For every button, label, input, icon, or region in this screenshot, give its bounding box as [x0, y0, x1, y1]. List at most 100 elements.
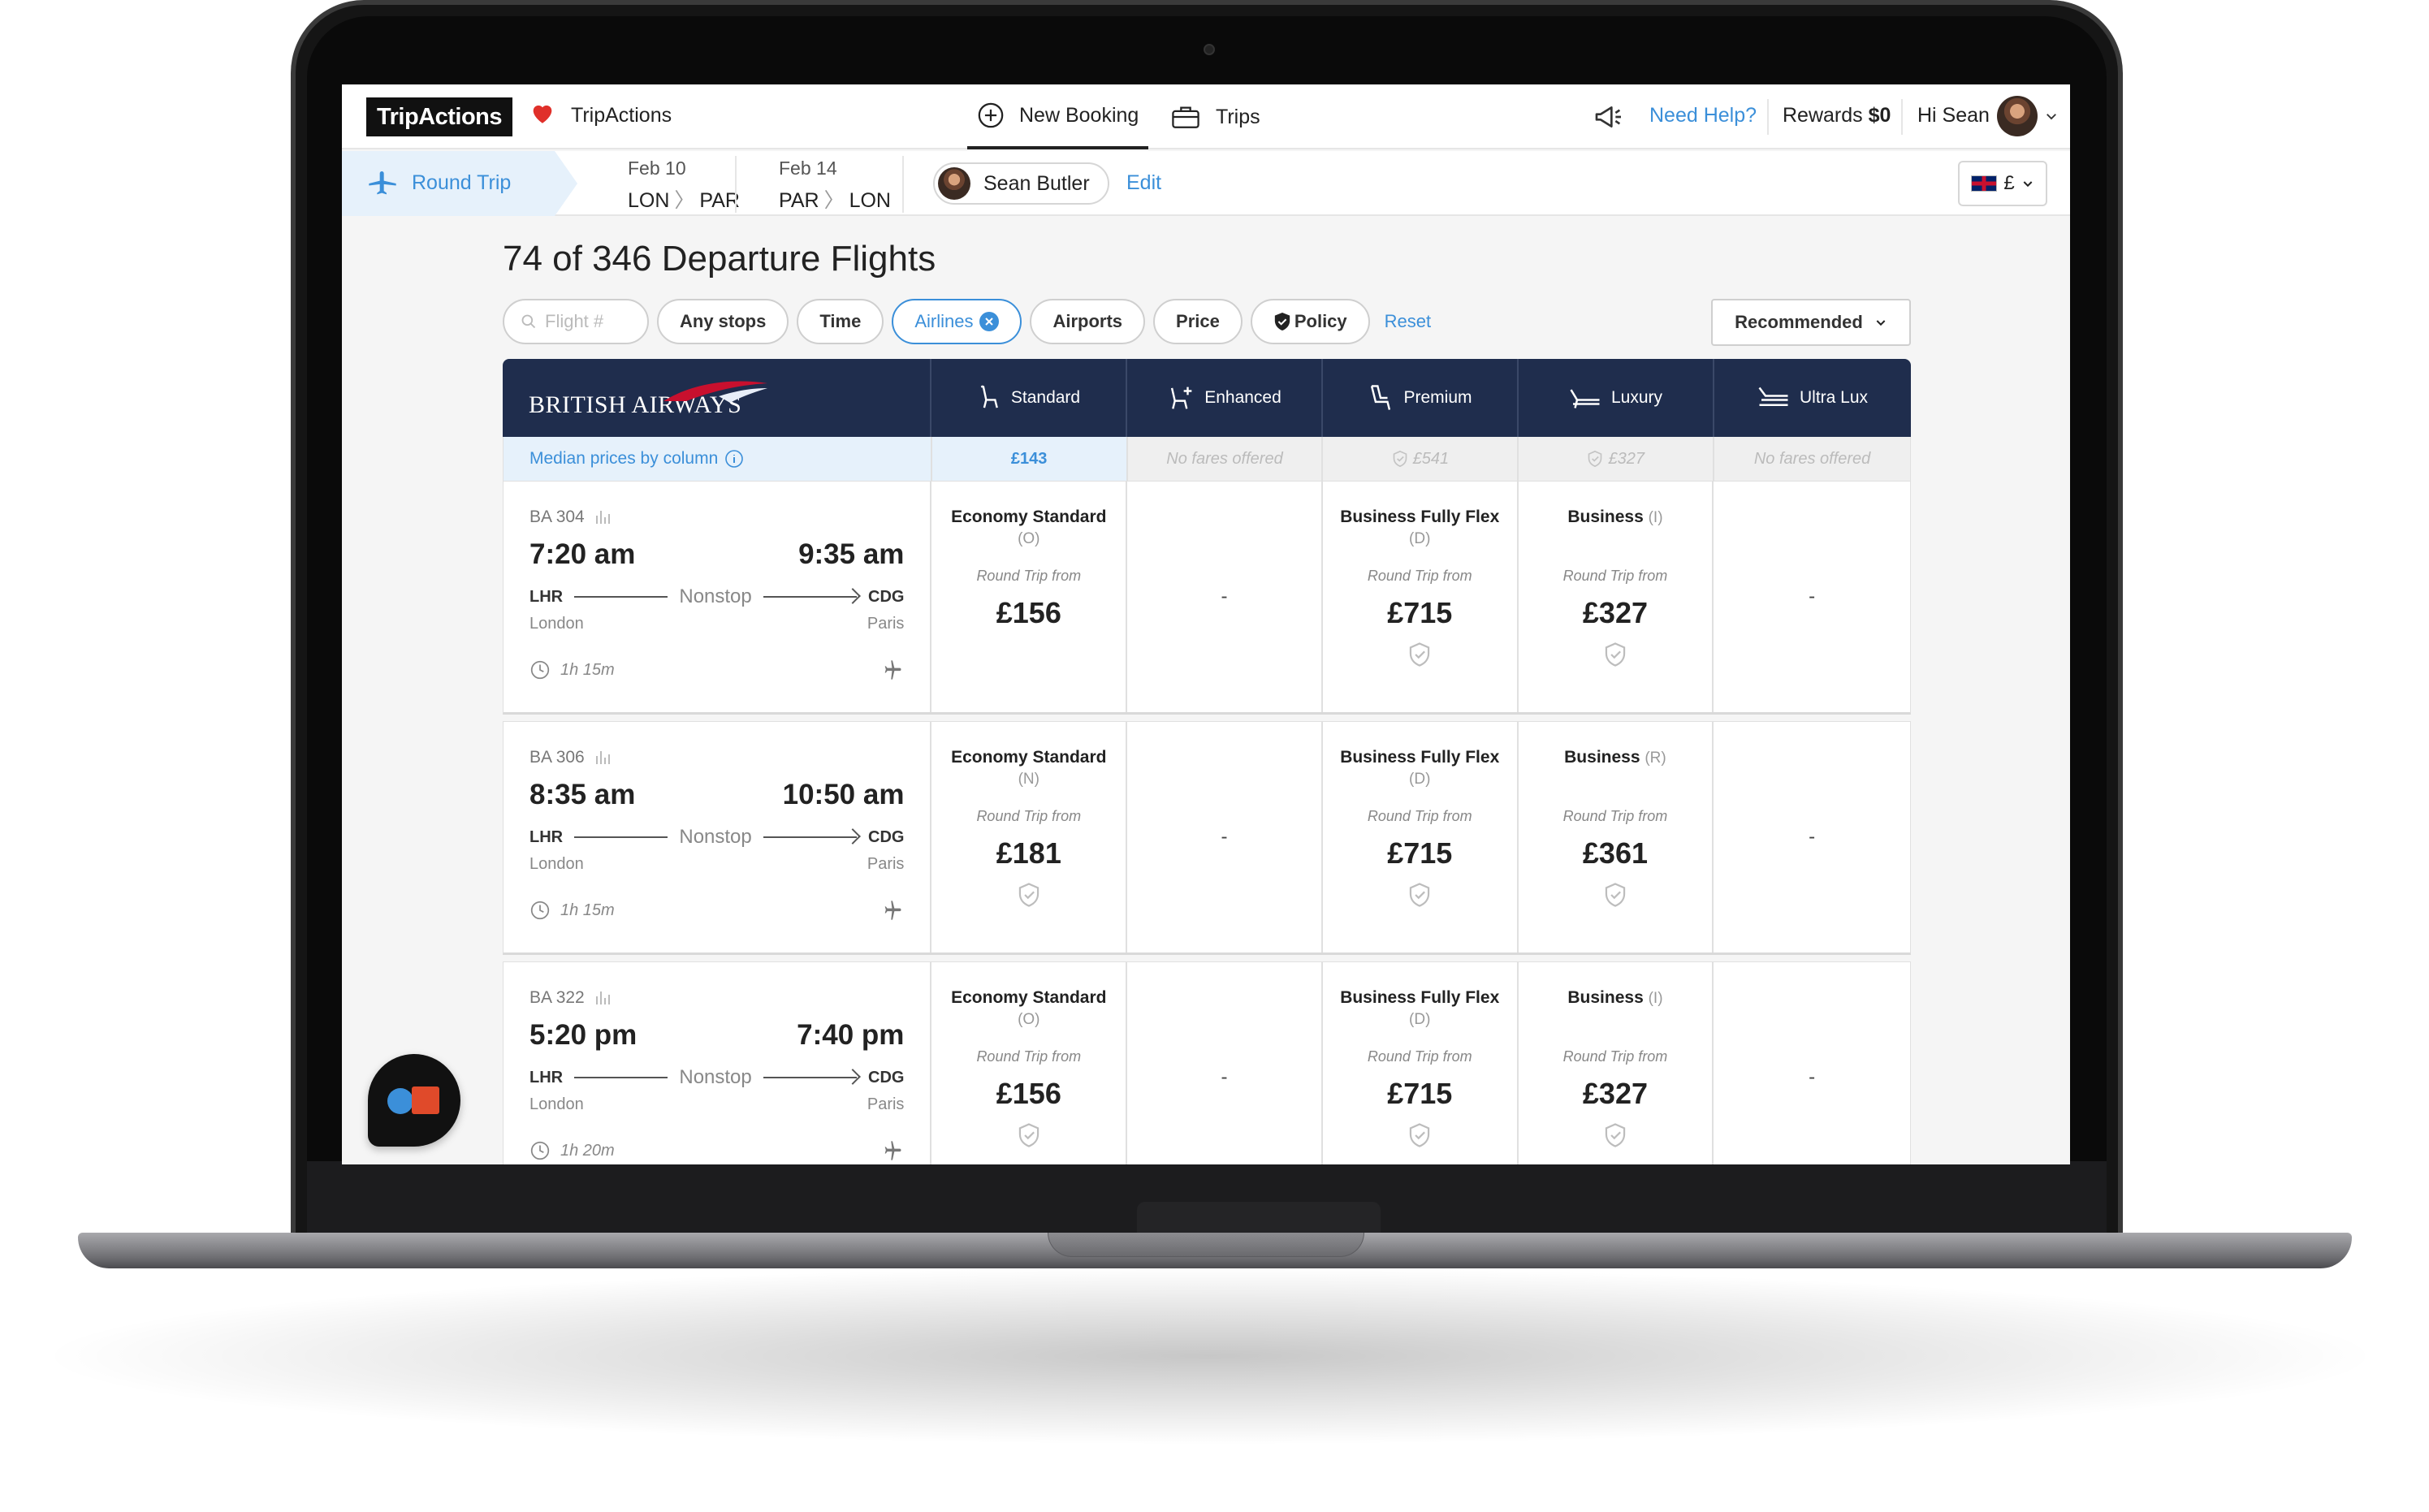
no-fare-dash: -	[1809, 585, 1816, 607]
filter-airports[interactable]: Airports	[1030, 299, 1146, 344]
fare-cell[interactable]: Business (I)·Round Trip from£327	[1519, 482, 1714, 712]
filter-policy[interactable]: Policy	[1250, 299, 1370, 344]
policy-shield	[1407, 1122, 1432, 1152]
round-trip-from: Round Trip from	[1562, 1048, 1668, 1065]
fare-code: (I)	[1648, 990, 1663, 1007]
shield-check-icon	[1410, 642, 1430, 667]
route-line-right	[763, 1069, 861, 1085]
sort-dropdown[interactable]: Recommended	[1711, 299, 1911, 346]
filter-airlines[interactable]: Airlines	[892, 299, 1022, 344]
no-fare-dash: -	[1221, 826, 1228, 848]
currency-selector[interactable]: £	[1958, 161, 2047, 206]
round-trip-from: Round Trip from	[976, 808, 1082, 824]
filter-policy-label: Policy	[1294, 311, 1347, 331]
nav-trips[interactable]: Trips	[1170, 84, 1260, 149]
shield-check-icon	[1588, 450, 1602, 468]
flight-number: BA 304	[529, 508, 585, 526]
fare-cell[interactable]: Business Fully Flex (D) Round Trip from £71…	[1323, 962, 1519, 1164]
filter-price[interactable]: Price	[1153, 299, 1243, 344]
fare-cell[interactable]: Economy Standard (O) Round Trip from £156	[931, 482, 1128, 712]
origin-code: LHR	[529, 827, 564, 846]
megaphone-icon[interactable]	[1593, 101, 1625, 133]
fare-cell[interactable]: Business Fully Flex (D) Round Trip from £71…	[1323, 722, 1519, 953]
rewards-label: Rewards	[1783, 104, 1863, 127]
route-line: LHR Nonstop CDG	[529, 585, 904, 608]
flight-info[interactable]: BA 304 7:20 am 9:35 am LHR Nonstop CDG London P…	[504, 482, 932, 712]
search-summary-bar: Round Trip Feb 10 LON 〉 PAR Feb 14 PAR 〉 LON…	[342, 151, 2070, 216]
column-enhanced[interactable]: Enhanced	[1127, 359, 1323, 437]
bar-chart-icon[interactable]	[593, 508, 612, 527]
divider	[902, 156, 904, 213]
origin-city: London	[529, 615, 584, 633]
nav-trips-label: Trips	[1216, 105, 1260, 128]
edit-search-link[interactable]: Edit	[1126, 171, 1161, 195]
need-help-link[interactable]: Need Help?	[1649, 104, 1757, 127]
round-trip-from: Round Trip from	[1367, 568, 1472, 584]
chat-button[interactable]	[368, 1054, 460, 1147]
shield-check-icon	[1605, 1123, 1626, 1147]
seat-luxury-icon	[1570, 389, 1600, 408]
column-ultra-lux[interactable]: Ultra Lux	[1714, 359, 1911, 437]
plane-icon[interactable]	[881, 659, 904, 681]
round-trip-from: Round Trip from	[1367, 1048, 1472, 1065]
column-luxury[interactable]: Luxury	[1519, 359, 1714, 437]
fare-cell[interactable]: Economy Standard (O) Round Trip from £156	[931, 962, 1128, 1164]
results-title: 74 of 346 Departure Flights	[503, 239, 936, 279]
clear-filter-icon[interactable]	[979, 312, 1000, 331]
trip-type-label: Round Trip	[412, 171, 512, 194]
reset-filters-link[interactable]: Reset	[1385, 311, 1431, 332]
fare-code: (R)	[1645, 750, 1666, 767]
fare-cell[interactable]: Business Fully Flex (D) Round Trip from £71…	[1323, 482, 1519, 712]
plane-icon[interactable]	[881, 899, 904, 922]
user-avatar[interactable]	[1997, 96, 2038, 136]
filter-stops[interactable]: Any stops	[657, 299, 789, 344]
shield-check-icon	[1018, 1123, 1039, 1147]
fare-name: Economy Standard	[951, 988, 1107, 1007]
rewards-value: $0	[1868, 104, 1891, 127]
speedmarque-icon	[663, 381, 767, 403]
fare-code: (I)	[1648, 509, 1663, 526]
fare-price: £327	[1582, 1077, 1648, 1110]
chevron-down-icon[interactable]	[2044, 109, 2059, 123]
fare-price: £181	[996, 836, 1061, 870]
depart-time: 7:20 am	[529, 538, 636, 570]
column-standard[interactable]: Standard	[931, 359, 1127, 437]
traveler-chip[interactable]: Sean Butler	[933, 162, 1109, 205]
trip-type-tab[interactable]: Round Trip	[342, 151, 577, 216]
policy-shield	[1407, 882, 1432, 912]
fare-name: Business Fully Flex	[1340, 748, 1500, 767]
flight-meta: 1h 20m	[529, 1139, 904, 1162]
fare-cell-empty: -	[1127, 962, 1323, 1164]
nav-new-booking[interactable]: New Booking	[967, 84, 1149, 149]
user-greeting[interactable]: Hi Sean	[1917, 104, 1990, 127]
fare-cell[interactable]: Business (I)·Round Trip from£327	[1519, 962, 1714, 1164]
shield-check-icon	[1274, 313, 1290, 330]
leg-outbound[interactable]: Feb 10 LON 〉 PAR	[628, 158, 740, 214]
flight-number-search[interactable]: Flight #	[503, 299, 649, 344]
flight-info[interactable]: BA 322 5:20 pm 7:40 pm LHR Nonstop CDG London P…	[504, 962, 932, 1164]
fare-cell[interactable]: Economy Standard (N) Round Trip from £181	[931, 722, 1128, 953]
bar-chart-icon[interactable]	[593, 988, 612, 1008]
nav-new-booking-label: New Booking	[1019, 103, 1139, 127]
chevron-down-icon	[2023, 181, 2033, 188]
tripactions-logo[interactable]: TripActions	[366, 97, 512, 136]
fare-cell[interactable]: Business (R)·Round Trip from£361	[1519, 722, 1714, 953]
column-premium[interactable]: Premium	[1323, 359, 1519, 437]
policy-shield	[1603, 642, 1627, 672]
flight-info[interactable]: BA 306 8:35 am 10:50 am LHR Nonstop CDG London…	[504, 722, 932, 953]
info-icon[interactable]	[724, 449, 744, 469]
filter-time[interactable]: Time	[797, 299, 884, 344]
median-enhanced: No fares offered	[1128, 437, 1324, 481]
median-prices-row: Median prices by column £143 No fares of…	[503, 437, 1911, 481]
bar-chart-icon[interactable]	[593, 748, 612, 767]
fare-name-line: Business (I)	[1567, 988, 1662, 1008]
fare-code: (D)	[1409, 771, 1431, 788]
fare-name: Business Fully Flex	[1340, 508, 1500, 526]
rewards-link[interactable]: Rewards $0	[1783, 104, 1891, 127]
shield-check-icon	[1410, 883, 1430, 907]
plane-icon[interactable]	[881, 1139, 904, 1162]
fare-name: Business	[1564, 748, 1640, 767]
leg-return[interactable]: Feb 14 PAR 〉 LON	[779, 158, 891, 214]
search-placeholder: Flight #	[545, 311, 604, 331]
flight-row: BA 322 5:20 pm 7:40 pm LHR Nonstop CDG London P…	[503, 961, 1911, 1164]
